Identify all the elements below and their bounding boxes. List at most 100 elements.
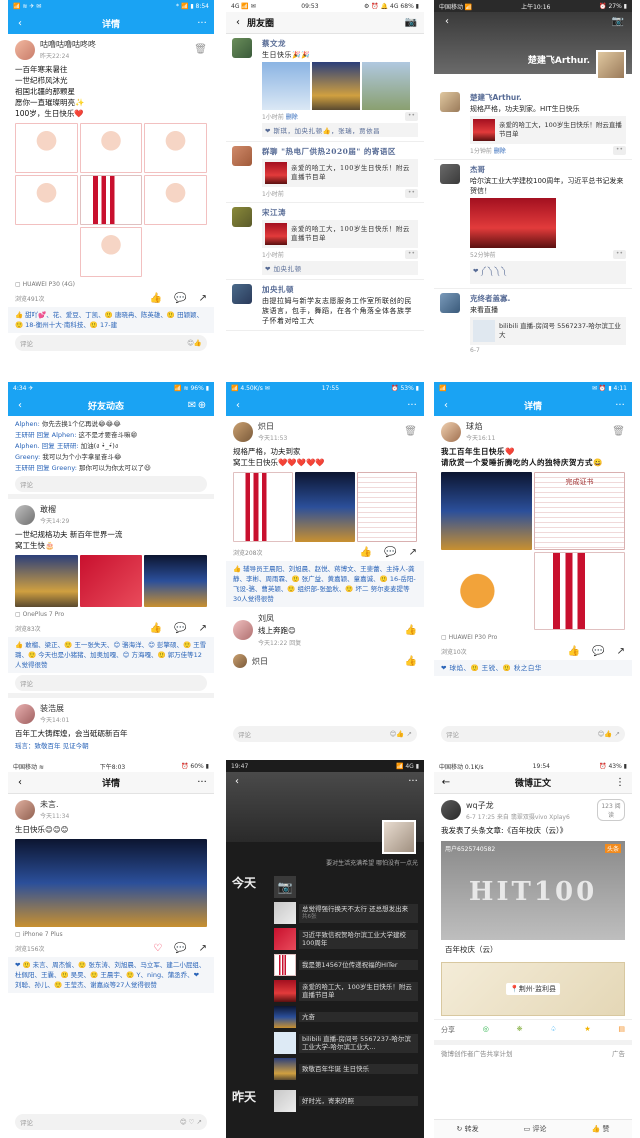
action-dots[interactable]: •• [404, 112, 418, 121]
friend-name[interactable]: 群聊 "热电厂供热2020届" 的寄语区 [262, 146, 418, 157]
more-share-icon[interactable]: ▤ [618, 1025, 625, 1035]
timeline-item[interactable]: 亲爱的哈工大，100岁生日快乐！附云直播节目单 [274, 978, 418, 1004]
share-icon[interactable]: ↗ [199, 293, 207, 304]
location-map[interactable]: 📍荆州·监利县 [441, 962, 625, 1016]
timeline-item[interactable]: 好时光，寄来的照 [274, 1088, 418, 1114]
avatar[interactable] [233, 421, 253, 442]
camera-icon[interactable]: 📷 [274, 876, 296, 898]
back-icon[interactable]: ‹ [232, 776, 242, 787]
emoji-icon[interactable]: 😊👍 ↗ [390, 730, 412, 738]
friend-name[interactable]: 克终者盖寡. [470, 293, 626, 304]
qq-icon[interactable]: ♤ [550, 1025, 556, 1035]
back-icon[interactable]: ‹ [233, 17, 243, 28]
author-name[interactable]: 球焰 [466, 421, 612, 432]
author-name[interactable]: 未言. [40, 799, 69, 810]
avatar[interactable] [440, 293, 460, 313]
friend-name[interactable]: 加央扎顿 [262, 284, 418, 295]
comment[interactable]: Alphen: 你先去换1个亿再说😂😂😂 [8, 419, 214, 430]
author-name[interactable]: 装浩展 [40, 703, 69, 714]
like-icon[interactable]: 👍 [150, 293, 162, 304]
comment-icon[interactable]: 💬 [384, 547, 396, 558]
more-icon[interactable]: ··· [615, 400, 625, 411]
like-icon[interactable]: 👍 [360, 547, 372, 558]
comment-icon[interactable]: 💬 [174, 623, 186, 634]
avatar[interactable] [382, 820, 416, 854]
commenter[interactable]: 王研研 回复 Greeny: [15, 464, 77, 472]
action-dots[interactable]: •• [404, 189, 418, 198]
action-dots[interactable]: •• [612, 250, 626, 259]
photo[interactable]: 完成证书 [534, 472, 625, 550]
avatar[interactable] [440, 164, 460, 184]
photo[interactable] [441, 472, 532, 550]
avatar[interactable] [15, 703, 35, 724]
photo[interactable] [15, 839, 207, 927]
article-card[interactable]: 用户6525740582 头条 HIT100 百年校庆（云） [441, 841, 625, 959]
mail-icon[interactable]: ✉ [187, 400, 197, 411]
trash-icon[interactable]: 🗑 [194, 44, 207, 55]
like-icon[interactable]: 👍 [405, 625, 417, 636]
wechat-icon[interactable]: ◎ [483, 1025, 489, 1035]
comment-input[interactable]: 评论 😊👍 ↗ [441, 726, 625, 742]
shared-card[interactable]: 亲爱的哈工大，100岁生日快乐！附云直播节目单 [262, 159, 418, 187]
delete-link[interactable]: 删除 [494, 148, 506, 155]
commenter[interactable]: 炽日 [252, 656, 405, 667]
timeline-item[interactable]: 亢奋 [274, 1004, 418, 1030]
reply-link[interactable]: 回复 [289, 640, 301, 647]
comment-icon[interactable]: 💬 [174, 293, 186, 304]
comment[interactable]: 王研研 回复 Alphen: 这不是才要奋斗嘛😁 [8, 430, 214, 441]
avatar[interactable] [233, 620, 253, 640]
photo[interactable] [262, 62, 310, 110]
repost-button[interactable]: ↻ 转发 [457, 1124, 479, 1134]
timeline-item[interactable]: 致敬百年华诞 生日快乐 [274, 1056, 418, 1082]
avatar[interactable] [441, 421, 461, 442]
action-dots[interactable]: •• [404, 250, 418, 259]
photo[interactable] [15, 123, 78, 173]
camera-icon[interactable]: 📷 [405, 17, 417, 28]
shared-card[interactable]: 亲爱的哈工大，100岁生日快乐！附云直播节目单 [470, 116, 626, 144]
photo[interactable] [144, 555, 207, 607]
comment-icon[interactable]: 💬 [174, 943, 186, 954]
photo[interactable] [79, 175, 143, 225]
back-icon[interactable]: ‹ [442, 16, 452, 27]
comment[interactable]: Alphen. 回复 王研研: 加油(ง •̀_•́)ง [8, 441, 214, 452]
photo[interactable] [357, 472, 417, 542]
photo[interactable] [470, 198, 556, 248]
friend-name[interactable]: 杰哥 [470, 164, 626, 175]
back-icon[interactable]: ‹ [233, 400, 243, 411]
timeline-item[interactable]: 我是第14567位传递祝福的HITer [274, 952, 418, 978]
author-name[interactable]: 咕噜咕噜咕咚咚 [40, 39, 194, 50]
photo[interactable] [295, 472, 355, 542]
commenter[interactable]: Alphen: [15, 420, 40, 428]
photo[interactable] [441, 552, 532, 630]
avatar[interactable] [596, 50, 626, 80]
avatar[interactable] [15, 39, 35, 60]
avatar[interactable] [232, 284, 252, 304]
more-icon[interactable]: ··· [197, 777, 207, 788]
comment-icon[interactable]: 💬 [592, 646, 604, 657]
avatar[interactable] [15, 799, 35, 820]
emoji-icon[interactable]: 😊👍 [187, 339, 202, 347]
heart-icon[interactable]: ♡ [153, 943, 162, 954]
like-icon[interactable]: 👍 [150, 623, 162, 634]
author-name[interactable]: 敢榴 [40, 504, 69, 515]
friend-name[interactable]: 楚建飞Arthur. [470, 92, 626, 103]
avatar[interactable] [232, 38, 252, 58]
back-icon[interactable]: ‹ [15, 400, 25, 411]
comment-button[interactable]: ▭ 评论 [524, 1124, 547, 1134]
qzone-icon[interactable]: ★ [584, 1025, 590, 1035]
commenter[interactable]: Alphen. 回复 王研研: [15, 442, 79, 450]
timeline-item[interactable]: bilibili 直播-房间号 5567237-哈尔滨工业大学-哈尔滨工业大..… [274, 1030, 418, 1056]
action-dots[interactable]: •• [612, 146, 626, 155]
comment-input[interactable]: 评论 😊👍 ↗ [233, 726, 417, 742]
avatar[interactable] [232, 146, 252, 166]
more-icon[interactable]: ··· [407, 400, 417, 411]
reply[interactable]: 瑶言：致敬百年 见证今朝 [8, 741, 214, 750]
photo[interactable] [79, 555, 143, 607]
emoji-icon[interactable]: 😊👍 ↗ [598, 730, 620, 738]
emoji-icon[interactable]: 😊 ♡ ↗ [180, 1118, 202, 1126]
photo[interactable] [233, 472, 293, 542]
photo[interactable] [362, 62, 410, 110]
photo[interactable] [144, 123, 207, 173]
camera-icon[interactable]: 📷 [612, 16, 624, 27]
trash-icon[interactable]: 🗑 [404, 426, 417, 437]
